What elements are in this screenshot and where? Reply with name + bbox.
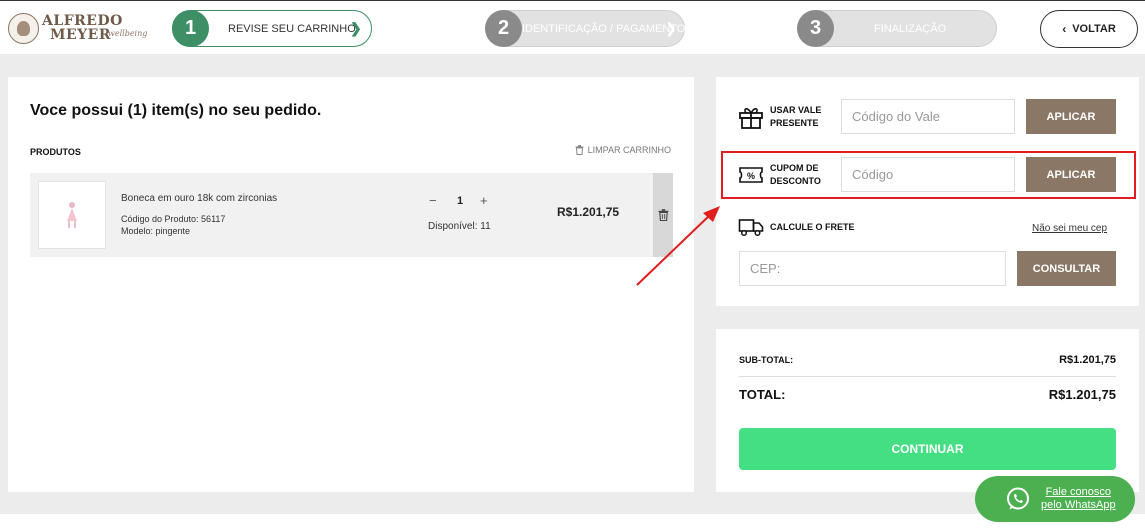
order-summary-panel: SUB-TOTAL: R$1.201,75 TOTAL: R$1.201,75 … [716,329,1139,492]
summary-divider [739,376,1116,377]
subtotal-value: R$1.201,75 [1059,354,1116,366]
header: ALFREDO MEYER wellbeing 1 REVISE SEU CAR… [0,0,1145,54]
clear-cart-button[interactable]: LIMPAR CARRINHO [575,145,671,155]
whatsapp-label-line1: Fale conosco [1045,486,1112,498]
delivery-truck-icon [738,219,764,237]
whatsapp-chat-button[interactable]: Fale conosco pelo WhatsApp [975,476,1135,522]
gift-voucher-label: USAR VALE PRESENTE [770,104,821,130]
subtotal-label: SUB-TOTAL: [739,355,794,365]
whatsapp-label-line2: pelo WhatsApp [1041,499,1116,511]
chevron-right-icon: ❯ [665,20,677,36]
footer-strip [0,514,1145,528]
item-code: Código do Produto: 56117 [121,214,226,224]
cart-title: Voce possui (1) item(s) no seu pedido. [30,102,322,119]
step-2-number: 2 [485,10,522,47]
clear-cart-label: LIMPAR CARRINHO [587,145,671,155]
logo-line2: MEYER [50,27,111,43]
cart-panel: Voce possui (1) item(s) no seu pedido. P… [8,77,694,492]
quantity-value[interactable]: 1 [457,195,463,207]
remove-item-button[interactable] [653,173,673,257]
product-thumbnail[interactable] [38,181,106,249]
quantity-decrease-button[interactable]: − [429,193,437,208]
doll-pendant-image [67,202,77,228]
gift-label-line1: USAR VALE [770,105,822,115]
products-header: PRODUTOS [30,147,81,157]
step-3-label: FINALIZAÇÃO [874,23,947,35]
back-button-label: VOLTAR [1072,23,1116,35]
whatsapp-label: Fale conosco pelo WhatsApp [1041,486,1116,512]
item-price: R$1.201,75 [557,205,620,219]
item-name[interactable]: Boneca em ouro 18k com zirconias [121,193,277,204]
step-1-label: REVISE SEU CARRINHO [228,23,356,35]
available-stock: Disponível: 11 [428,221,491,232]
quantity-increase-button[interactable]: + [480,193,488,208]
logo[interactable]: ALFREDO MEYER wellbeing [8,13,147,45]
step-2-identification[interactable]: 2 IDENTIFICAÇÃO / PAGAMENTO ❯ [485,10,685,47]
gift-label-line2: PRESENTE [770,118,819,128]
step-3-number: 3 [797,10,834,47]
dont-know-cep-link[interactable]: Não sei meu cep [1032,223,1107,234]
apply-gift-button[interactable]: APLICAR [1026,99,1116,134]
total-value: R$1.201,75 [1048,387,1116,402]
chevron-right-icon: ❯ [350,20,362,36]
trash-icon [658,209,668,221]
trash-icon [575,145,584,155]
step-1-number: 1 [172,10,209,47]
gift-code-input[interactable] [841,99,1015,134]
step-3-finalization[interactable]: 3 FINALIZAÇÃO [797,10,997,47]
coupon-highlight-box [721,151,1136,199]
cart-item-row: Boneca em ouro 18k com zirconias Código … [30,173,673,257]
cep-input[interactable] [739,251,1006,286]
gift-icon [739,108,763,129]
logo-emblem-icon [8,13,39,44]
logo-script: wellbeing [108,29,148,38]
consult-shipping-button[interactable]: CONSULTAR [1017,251,1116,286]
whatsapp-icon [1007,487,1029,510]
step-1-revise-cart[interactable]: 1 REVISE SEU CARRINHO ❯ [172,10,372,47]
shipping-label: CALCULE O FRETE [770,222,855,232]
back-button[interactable]: ‹ VOLTAR [1040,10,1138,48]
item-model: Modelo: pingente [121,226,191,236]
continue-button[interactable]: CONTINUAR [739,428,1116,470]
step-2-label: IDENTIFICAÇÃO / PAGAMENTO [522,23,686,35]
chevron-left-icon: ‹ [1062,22,1067,36]
total-label: TOTAL: [739,387,786,402]
